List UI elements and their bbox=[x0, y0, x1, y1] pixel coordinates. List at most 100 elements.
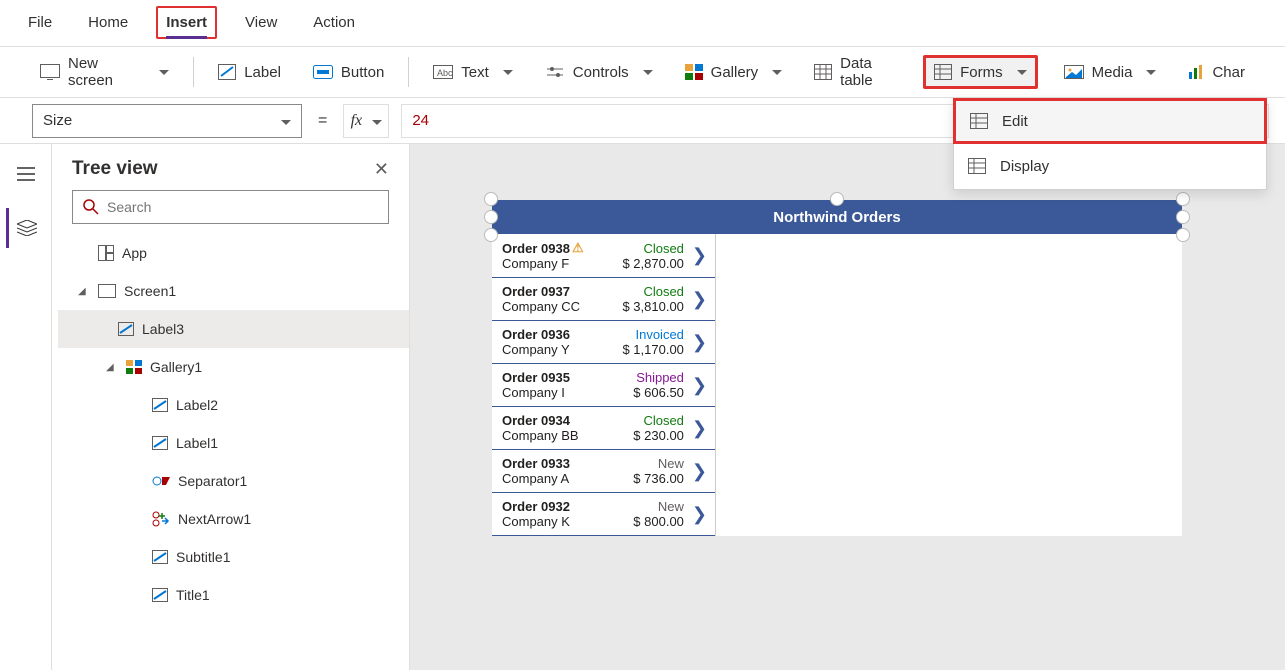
tree-node-title1[interactable]: Title1 bbox=[58, 576, 409, 614]
order-amount: $ 736.00 bbox=[595, 471, 684, 486]
hamburger-button[interactable] bbox=[6, 154, 46, 194]
tree-node-subtitle1[interactable]: Subtitle1 bbox=[58, 538, 409, 576]
chevron-down-icon bbox=[275, 112, 291, 129]
forms-menu-edit[interactable]: Edit bbox=[953, 98, 1267, 144]
forms-button[interactable]: Forms bbox=[923, 55, 1038, 89]
tree-label: Title1 bbox=[176, 587, 210, 603]
order-row[interactable]: Order 0935 Company I Shipped $ 606.50 ❯ bbox=[492, 364, 715, 407]
controls-button[interactable]: Controls bbox=[539, 55, 659, 89]
order-title: Order 0937 bbox=[502, 284, 591, 299]
app-icon bbox=[98, 245, 114, 261]
order-amount: $ 1,170.00 bbox=[595, 342, 684, 357]
label-icon bbox=[152, 398, 168, 412]
forms-menu-display-label: Display bbox=[1000, 158, 1049, 175]
menu-insert[interactable]: Insert bbox=[156, 6, 217, 39]
tree-label: App bbox=[122, 245, 147, 261]
media-button[interactable]: Media bbox=[1058, 55, 1163, 89]
order-status: New bbox=[595, 499, 684, 514]
form-edit-icon bbox=[970, 113, 988, 129]
equals-sign: = bbox=[314, 112, 331, 130]
chevron-right-icon[interactable]: ❯ bbox=[688, 461, 711, 482]
gallery-preview[interactable]: Order 0938⚠ Company F Closed $ 2,870.00 … bbox=[492, 234, 716, 536]
new-screen-label: New screen bbox=[68, 55, 145, 89]
selection-handle[interactable] bbox=[1176, 228, 1190, 242]
menu-view[interactable]: View bbox=[237, 8, 285, 37]
selection-handle[interactable] bbox=[484, 192, 498, 206]
menu-file[interactable]: File bbox=[20, 8, 60, 37]
tree-node-label1[interactable]: Label1 bbox=[58, 424, 409, 462]
chart-icon bbox=[1188, 64, 1204, 80]
search-icon bbox=[83, 199, 99, 215]
chevron-right-icon[interactable]: ❯ bbox=[688, 289, 711, 310]
selection-handle[interactable] bbox=[1176, 210, 1190, 224]
order-row[interactable]: Order 0934 Company BB Closed $ 230.00 ❯ bbox=[492, 407, 715, 450]
label-icon bbox=[152, 588, 168, 602]
gallery-icon bbox=[685, 64, 703, 80]
text-button[interactable]: Abc Text bbox=[427, 55, 519, 89]
main-area: Tree view ✕ App ◢ Screen1 Label3 bbox=[0, 144, 1285, 670]
order-amount: $ 3,810.00 bbox=[595, 299, 684, 314]
text-icon: Abc bbox=[433, 65, 453, 79]
selection-handle[interactable] bbox=[484, 210, 498, 224]
new-screen-button[interactable]: New screen bbox=[34, 55, 175, 89]
order-company: Company CC bbox=[502, 299, 591, 314]
tree-node-nextarrow1[interactable]: NextArrow1 bbox=[58, 500, 409, 538]
selection-handle[interactable] bbox=[1176, 192, 1190, 206]
menu-home[interactable]: Home bbox=[80, 8, 136, 37]
app-title-bar[interactable]: Northwind Orders bbox=[492, 200, 1182, 234]
order-row[interactable]: Order 0932 Company K New $ 800.00 ❯ bbox=[492, 493, 715, 536]
forms-menu-edit-label: Edit bbox=[1002, 113, 1028, 130]
tree-node-separator1[interactable]: Separator1 bbox=[58, 462, 409, 500]
nextarrow-icon bbox=[152, 511, 170, 527]
gallery-icon bbox=[126, 360, 142, 374]
gallery-button[interactable]: Gallery bbox=[679, 55, 789, 89]
order-title: Order 0938⚠ bbox=[502, 240, 591, 256]
order-row[interactable]: Order 0933 Company A New $ 736.00 ❯ bbox=[492, 450, 715, 493]
forms-menu-display[interactable]: Display bbox=[954, 143, 1266, 189]
tree-label: NextArrow1 bbox=[178, 511, 251, 527]
chevron-down-icon bbox=[366, 112, 382, 130]
tree-node-gallery1[interactable]: ◢ Gallery1 bbox=[58, 348, 409, 386]
chevron-right-icon[interactable]: ❯ bbox=[688, 332, 711, 353]
selection-handle[interactable] bbox=[484, 228, 498, 242]
order-row[interactable]: Order 0938⚠ Company F Closed $ 2,870.00 … bbox=[492, 234, 715, 278]
tree-node-app[interactable]: App bbox=[58, 234, 409, 272]
property-dropdown[interactable]: Size bbox=[32, 104, 302, 138]
gallery-button-label: Gallery bbox=[711, 64, 759, 81]
chevron-right-icon[interactable]: ❯ bbox=[688, 245, 711, 266]
tree-view-rail-button[interactable] bbox=[6, 208, 46, 248]
data-table-button[interactable]: Data table bbox=[808, 55, 903, 89]
tree-node-screen1[interactable]: ◢ Screen1 bbox=[58, 272, 409, 310]
data-table-icon bbox=[814, 64, 832, 80]
tree-node-label3[interactable]: Label3 bbox=[58, 310, 409, 348]
label-icon bbox=[152, 436, 168, 450]
chart-button[interactable]: Char bbox=[1182, 55, 1251, 89]
search-input[interactable] bbox=[107, 199, 378, 215]
fx-button[interactable]: fx bbox=[343, 104, 389, 138]
canvas[interactable]: Northwind Orders Order 0938⚠ Company F C… bbox=[410, 144, 1285, 670]
order-row[interactable]: Order 0937 Company CC Closed $ 3,810.00 … bbox=[492, 278, 715, 321]
order-amount: $ 606.50 bbox=[595, 385, 684, 400]
formula-value: 24 bbox=[412, 112, 429, 129]
chevron-right-icon[interactable]: ❯ bbox=[688, 504, 711, 525]
chevron-right-icon[interactable]: ❯ bbox=[688, 418, 711, 439]
button-button[interactable]: Button bbox=[307, 55, 390, 89]
label-button[interactable]: Label bbox=[212, 55, 287, 89]
panel-title: Tree view bbox=[72, 158, 158, 180]
menu-action[interactable]: Action bbox=[305, 8, 363, 37]
order-amount: $ 230.00 bbox=[595, 428, 684, 443]
tree-label: Label3 bbox=[142, 321, 184, 337]
order-amount: $ 800.00 bbox=[595, 514, 684, 529]
selection-handle[interactable] bbox=[830, 192, 844, 206]
tree-node-label2[interactable]: Label2 bbox=[58, 386, 409, 424]
close-panel-button[interactable]: ✕ bbox=[374, 159, 389, 180]
order-status: New bbox=[595, 456, 684, 471]
layers-icon bbox=[17, 220, 37, 236]
order-company: Company Y bbox=[502, 342, 591, 357]
order-title: Order 0935 bbox=[502, 370, 591, 385]
order-company: Company BB bbox=[502, 428, 591, 443]
search-box[interactable] bbox=[72, 190, 389, 224]
tree-label: Screen1 bbox=[124, 283, 176, 299]
chevron-right-icon[interactable]: ❯ bbox=[688, 375, 711, 396]
order-row[interactable]: Order 0936 Company Y Invoiced $ 1,170.00… bbox=[492, 321, 715, 364]
